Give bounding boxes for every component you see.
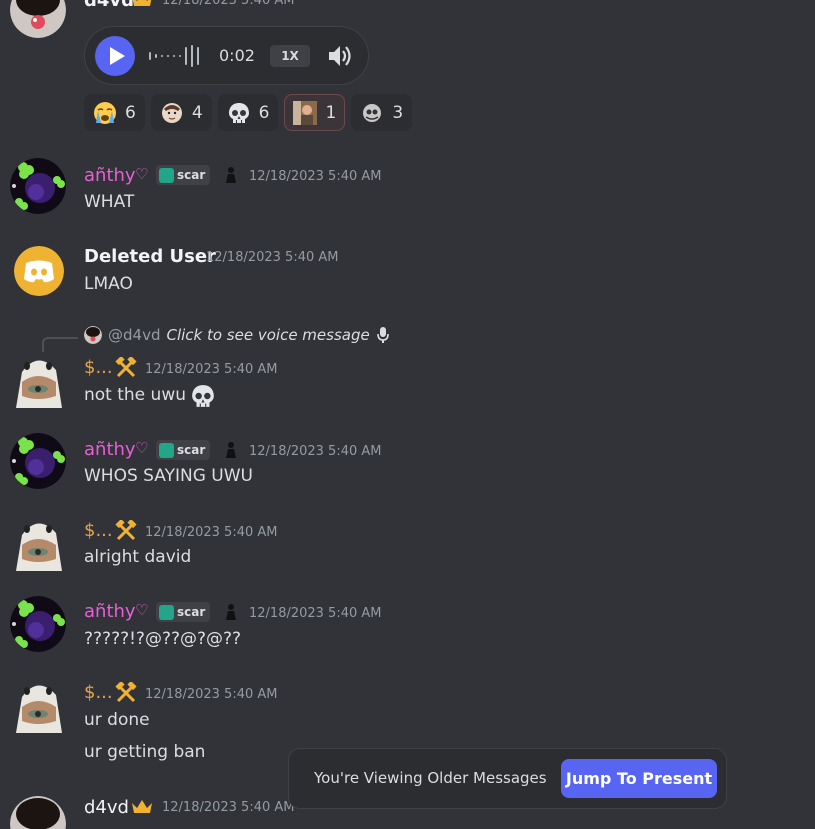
custom-face-emoji-icon bbox=[161, 102, 182, 123]
timestamp[interactable]: 12/18/2023 5:40 AM bbox=[145, 362, 278, 377]
tag-icon bbox=[159, 442, 174, 458]
figure-icon bbox=[226, 442, 236, 458]
heart-icon: ♡ bbox=[135, 601, 149, 619]
timestamp[interactable]: 12/18/2023 5:40 AM bbox=[145, 525, 278, 540]
timestamp[interactable]: 12/18/2023 5:40 AM bbox=[162, 0, 295, 8]
skull-emoji-icon bbox=[192, 385, 214, 407]
timestamp[interactable]: 12/18/2023 5:40 AM bbox=[249, 169, 382, 184]
avatar[interactable] bbox=[10, 515, 66, 571]
reactions-bar: 6 4 6 1 3 bbox=[84, 94, 413, 131]
jump-to-present-button[interactable]: Jump To Present bbox=[561, 759, 717, 798]
avatar[interactable] bbox=[10, 677, 66, 733]
avatar[interactable] bbox=[10, 796, 66, 829]
avatar[interactable] bbox=[10, 0, 66, 38]
username[interactable]: d4vd bbox=[84, 0, 134, 11]
reaction-count: 6 bbox=[258, 102, 270, 123]
message-content: WHAT bbox=[84, 192, 135, 212]
username[interactable]: $... bbox=[84, 357, 113, 378]
server-tag[interactable]: scar bbox=[156, 440, 211, 460]
reply-preview[interactable]: @d4vd Click to see voice message bbox=[84, 326, 390, 344]
reaction-custom-face[interactable]: 4 bbox=[150, 94, 212, 131]
heart-icon: ♡ bbox=[135, 439, 149, 457]
username[interactable]: añthy bbox=[84, 601, 136, 622]
reaction-skull[interactable]: 6 bbox=[217, 94, 279, 131]
avatar[interactable] bbox=[10, 433, 66, 489]
reaction-count: 1 bbox=[325, 102, 337, 123]
reaction-count: 4 bbox=[191, 102, 203, 123]
reaction-custom-skull[interactable]: 3 bbox=[351, 94, 413, 131]
playback-speed-button[interactable]: 1X bbox=[270, 45, 310, 67]
message-content: ur done bbox=[84, 710, 150, 730]
reaction-count: 6 bbox=[125, 102, 136, 123]
custom-skull-emoji-icon bbox=[363, 103, 382, 122]
reaction-count: 3 bbox=[392, 102, 404, 123]
hammers-icon bbox=[115, 682, 137, 703]
hammers-icon bbox=[115, 520, 137, 541]
play-button[interactable] bbox=[95, 36, 135, 76]
figure-icon bbox=[226, 604, 236, 620]
timestamp[interactable]: 12/18/2023 5:40 AM bbox=[145, 687, 278, 702]
tag-icon bbox=[159, 167, 174, 183]
skull-icon bbox=[228, 102, 249, 123]
avatar[interactable] bbox=[10, 352, 66, 408]
username[interactable]: añthy bbox=[84, 439, 136, 460]
message-content: LMAO bbox=[84, 274, 133, 294]
reaction-custom-photo[interactable]: 1 bbox=[284, 94, 346, 131]
avatar[interactable] bbox=[10, 596, 66, 652]
hammers-icon bbox=[115, 357, 137, 378]
username[interactable]: añthy bbox=[84, 165, 136, 186]
figure-icon bbox=[226, 167, 236, 183]
timestamp[interactable]: 12/18/2023 5:40 AM bbox=[249, 606, 382, 621]
username[interactable]: Deleted User bbox=[84, 246, 216, 267]
tag-label: scar bbox=[177, 168, 206, 182]
timestamp[interactable]: 12/18/2023 5:40 AM bbox=[162, 800, 295, 815]
server-tag[interactable]: scar bbox=[156, 602, 211, 622]
username[interactable]: $... bbox=[84, 520, 113, 541]
microphone-icon bbox=[376, 327, 389, 343]
banner-text: You're Viewing Older Messages bbox=[314, 769, 547, 787]
voice-message-player[interactable]: 0:02 1X bbox=[84, 26, 369, 85]
timestamp[interactable]: 12/18/2023 5:40 AM bbox=[249, 444, 382, 459]
custom-photo-emoji-icon bbox=[293, 100, 318, 125]
voice-duration: 0:02 bbox=[219, 46, 255, 65]
crown-icon bbox=[132, 800, 152, 813]
tag-icon bbox=[159, 604, 174, 620]
waveform[interactable] bbox=[149, 44, 199, 68]
reply-username[interactable]: @d4vd bbox=[108, 326, 160, 344]
username[interactable]: d4vd bbox=[84, 797, 129, 818]
crown-icon bbox=[132, 0, 152, 6]
avatar[interactable] bbox=[14, 246, 64, 296]
message-content: not the uwu bbox=[84, 385, 186, 405]
loudly-crying-face-icon bbox=[94, 101, 116, 124]
tag-label: scar bbox=[177, 443, 206, 457]
timestamp[interactable]: 12/18/2023 5:40 AM bbox=[206, 250, 339, 265]
heart-icon: ♡ bbox=[135, 165, 149, 183]
volume-icon[interactable] bbox=[325, 42, 353, 70]
reply-avatar bbox=[84, 326, 102, 344]
server-tag[interactable]: scar bbox=[156, 165, 211, 185]
username[interactable]: $... bbox=[84, 682, 113, 703]
older-messages-banner: You're Viewing Older Messages Jump To Pr… bbox=[288, 748, 727, 809]
reaction-crying[interactable]: 6 bbox=[84, 94, 145, 131]
message-content: WHOS SAYING UWU bbox=[84, 466, 253, 486]
message-content: ur getting ban bbox=[84, 742, 206, 762]
message-content: alright david bbox=[84, 547, 192, 567]
reply-text[interactable]: Click to see voice message bbox=[166, 326, 369, 344]
tag-label: scar bbox=[177, 605, 206, 619]
avatar[interactable] bbox=[10, 158, 66, 214]
message-content: ?????!?@??@?@?? bbox=[84, 629, 242, 649]
